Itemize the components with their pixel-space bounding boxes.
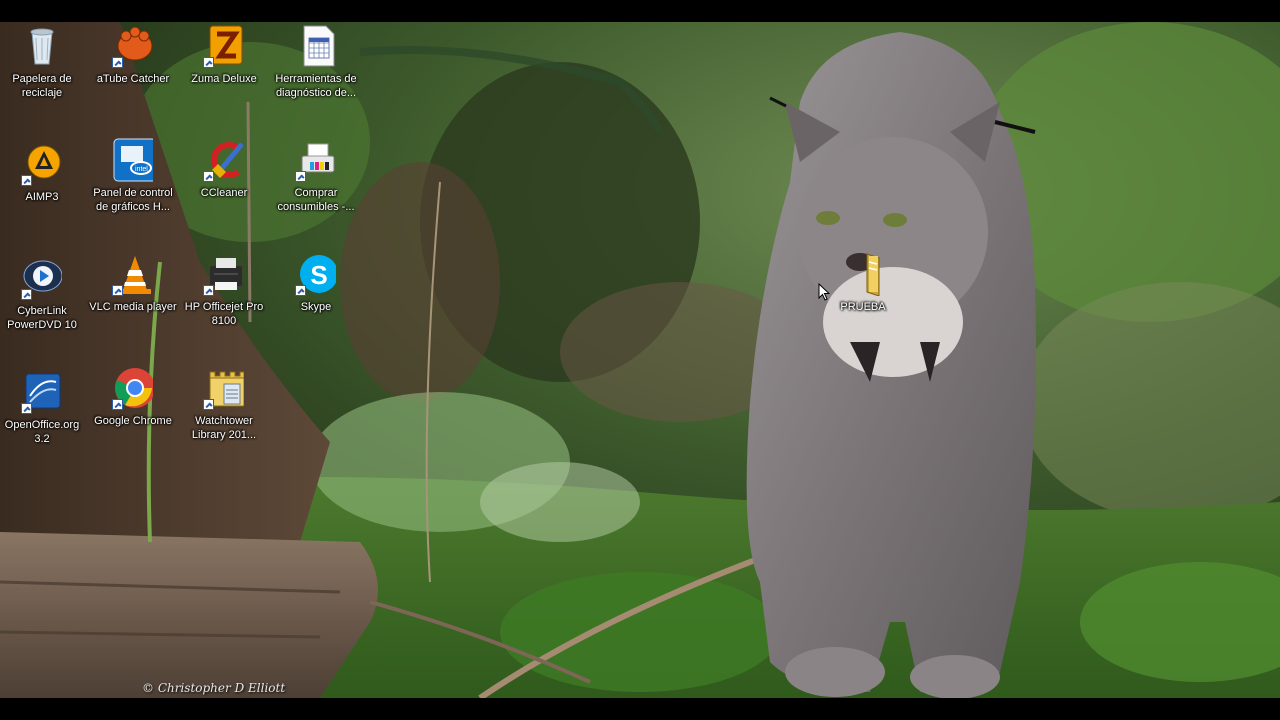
icon-label: VLC media player xyxy=(89,301,177,313)
desktop-icon-openoffice[interactable]: OpenOffice.org 3.2 xyxy=(0,370,87,446)
zuma-deluxe-icon xyxy=(203,24,244,68)
icon-label: Zuma Deluxe xyxy=(191,73,257,85)
icon-label: OpenOffice.org 3.2 xyxy=(4,419,80,445)
recycle-bin-icon xyxy=(22,24,62,68)
desktop-icon-ccleaner[interactable]: CCleaner xyxy=(179,138,269,200)
icon-label: Google Chrome xyxy=(94,415,172,427)
atube-catcher-icon xyxy=(112,24,153,68)
desktop-icon-vlc[interactable]: VLC media player xyxy=(88,252,178,314)
icon-label: Herramientas de diagnóstico de... xyxy=(275,73,357,99)
icon-label: Watchtower Library 201... xyxy=(191,415,257,441)
desktop-icon-atube-catcher[interactable]: aTube Catcher xyxy=(88,24,178,86)
icon-label: CCleaner xyxy=(200,187,248,199)
icon-label: Panel de control de gráficos H... xyxy=(93,187,173,213)
desktop-wallpaper xyxy=(0,22,1280,698)
openoffice-icon xyxy=(21,370,62,414)
desktop-icon-intel-graphics[interactable]: intel Panel de control de gráficos H... xyxy=(88,138,178,214)
icon-label: HP Officejet Pro 8100 xyxy=(184,301,264,327)
diagnostic-tools-icon xyxy=(296,24,336,68)
buy-supplies-icon xyxy=(295,138,336,182)
desktop-icon-recycle-bin[interactable]: Papelera de reciclaje xyxy=(0,24,87,100)
desktop-icon-aimp3[interactable]: AIMP3 xyxy=(0,142,87,204)
skype-icon: S xyxy=(295,252,336,296)
icon-label: CyberLink PowerDVD 10 xyxy=(7,305,77,331)
svg-text:S: S xyxy=(310,260,327,290)
desktop-icon-prueba-folder[interactable]: PRUEBA xyxy=(818,252,908,314)
ccleaner-icon xyxy=(203,138,244,182)
lynx-forest-wallpaper xyxy=(0,22,1280,698)
vlc-icon xyxy=(112,252,153,296)
watchtower-icon xyxy=(203,366,244,410)
mouse-cursor-icon xyxy=(818,283,830,301)
photo-watermark: © Christopher D Elliott xyxy=(142,681,286,695)
svg-text:intel: intel xyxy=(135,166,148,173)
icon-label: Comprar consumibles -... xyxy=(277,187,355,213)
icon-label: aTube Catcher xyxy=(96,73,170,85)
icon-label: Papelera de reciclaje xyxy=(12,73,72,99)
intel-graphics-icon: intel xyxy=(113,138,153,182)
icon-label: AIMP3 xyxy=(25,191,59,203)
icon-label: Skype xyxy=(300,301,332,313)
icon-label: PRUEBA xyxy=(840,301,886,313)
chrome-icon xyxy=(112,366,153,410)
printer-icon xyxy=(203,252,244,296)
desktop-icon-skype[interactable]: S Skype xyxy=(271,252,361,314)
desktop-icon-watchtower[interactable]: Watchtower Library 201... xyxy=(179,366,269,442)
desktop-icon-diagnostic-tools[interactable]: Herramientas de diagnóstico de... xyxy=(271,24,361,100)
desktop-icon-chrome[interactable]: Google Chrome xyxy=(88,366,178,428)
desktop-icon-zuma-deluxe[interactable]: Zuma Deluxe xyxy=(179,24,269,86)
desktop-icon-hp-officejet[interactable]: HP Officejet Pro 8100 xyxy=(179,252,269,328)
desktop-icon-buy-supplies[interactable]: Comprar consumibles -... xyxy=(271,138,361,214)
desktop-icon-powerdvd[interactable]: CyberLink PowerDVD 10 xyxy=(0,256,87,332)
powerdvd-icon xyxy=(21,256,62,300)
desktop-screen: Papelera de reciclaje AIMP3 CyberLink Po… xyxy=(0,0,1280,720)
folder-icon xyxy=(843,252,883,296)
aimp3-icon xyxy=(21,142,62,186)
